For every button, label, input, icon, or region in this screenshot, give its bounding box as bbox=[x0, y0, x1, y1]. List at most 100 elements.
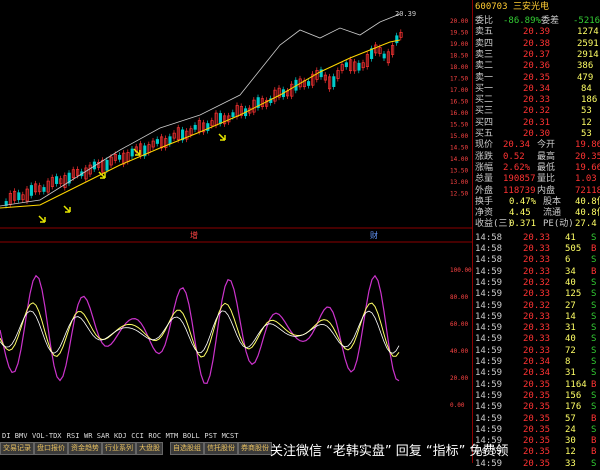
tick-volume: 34 bbox=[565, 266, 576, 277]
watermark: 关注微信 “老韩实盘” 回复 “指标” 免费领 bbox=[270, 444, 509, 459]
osc-tick: 0.00 bbox=[450, 402, 465, 409]
label: 换手 bbox=[475, 196, 494, 207]
candle bbox=[55, 176, 59, 184]
price-tick: 20.00 bbox=[450, 18, 468, 25]
bottom-tab[interactable]: 信托股份 bbox=[204, 442, 238, 455]
candle bbox=[193, 124, 197, 130]
sell-row: 卖一 20.35 479 bbox=[473, 73, 600, 84]
label: 卖五 bbox=[475, 27, 494, 38]
tick-row: 14:59 20.33 14 S bbox=[473, 312, 600, 323]
label: 买五 bbox=[475, 129, 494, 139]
sell-row: 卖二 20.36 386 bbox=[473, 61, 600, 72]
indicator-tab[interactable]: DI bbox=[2, 432, 10, 440]
tick-price: 20.35 bbox=[523, 379, 551, 390]
tick-row: 14:59 20.33 125 S bbox=[473, 289, 600, 300]
stat-row: 涨跌 0.52 最高 20.35 bbox=[473, 152, 600, 163]
tick-row: 14:59 20.32 40 S bbox=[473, 278, 600, 289]
candles-group bbox=[4, 29, 403, 209]
price: 20.38 bbox=[523, 38, 551, 49]
indicator-tab[interactable]: MTM bbox=[166, 432, 179, 440]
candle bbox=[130, 148, 134, 157]
tick-side: S bbox=[591, 311, 597, 322]
price: 20.30 bbox=[523, 129, 551, 139]
sell-row: 卖四 20.38 2591 bbox=[473, 39, 600, 50]
label: 买二 bbox=[475, 95, 494, 106]
bottom-tab[interactable]: 行业系列 bbox=[102, 442, 136, 455]
tick-volume: 8 bbox=[565, 357, 571, 367]
indicator-tab[interactable]: WR bbox=[84, 432, 92, 440]
tick-price: 20.33 bbox=[523, 232, 551, 243]
volume: 12 bbox=[581, 117, 592, 128]
tick-time: 14:59 bbox=[475, 458, 503, 469]
value: 27.4 bbox=[575, 219, 597, 230]
tick-side: B bbox=[591, 244, 597, 254]
bottom-tab[interactable]: 大盘股 bbox=[136, 442, 163, 455]
candle bbox=[231, 112, 235, 117]
label: PE(动) bbox=[543, 219, 574, 230]
tick-row: 14:59 20.33 34 B bbox=[473, 267, 600, 278]
indicator-tab[interactable]: BOLL bbox=[183, 432, 200, 440]
candle bbox=[344, 62, 348, 68]
value: 20.34 bbox=[503, 140, 531, 151]
indicator-tab[interactable]: PST bbox=[204, 432, 217, 440]
bottom-tab[interactable]: 盘口报价 bbox=[34, 442, 68, 455]
tick-time: 14:59 bbox=[475, 300, 503, 311]
tick-price: 20.32 bbox=[523, 300, 551, 311]
marker-a: 增 bbox=[190, 230, 198, 240]
price: 20.36 bbox=[523, 61, 551, 72]
value: 118739 bbox=[503, 185, 536, 196]
tick-side: S bbox=[591, 255, 597, 266]
tick-volume: 176 bbox=[565, 402, 582, 413]
indicator-tab[interactable]: MCST bbox=[222, 432, 239, 440]
osc-tick: 20.00 bbox=[450, 375, 468, 382]
bottom-tab[interactable]: 资金趋势 bbox=[68, 442, 102, 455]
indicator-tab[interactable]: RSI bbox=[67, 432, 80, 440]
value: 0.52 bbox=[503, 151, 525, 162]
label: 量比 bbox=[537, 174, 556, 185]
indicator-tab[interactable]: BMV bbox=[15, 432, 28, 440]
indicator-tab[interactable]: KDJ bbox=[114, 432, 127, 440]
tick-side: S bbox=[591, 368, 597, 379]
tick-time: 14:59 bbox=[475, 289, 503, 300]
osc-tick: 80.00 bbox=[450, 294, 468, 301]
buy-row: 买五 20.30 53 bbox=[473, 129, 600, 140]
label: 买三 bbox=[475, 106, 494, 117]
tick-side: S bbox=[591, 424, 597, 435]
value: 190857 bbox=[503, 174, 536, 185]
tick-side: S bbox=[591, 357, 597, 367]
tick-time: 14:59 bbox=[475, 402, 503, 413]
tick-volume: 33 bbox=[565, 458, 576, 469]
tick-side: S bbox=[591, 402, 597, 413]
indicator-tab[interactable]: SAR bbox=[97, 432, 110, 440]
indicator-tab[interactable]: ROC bbox=[148, 432, 161, 440]
tick-time: 14:59 bbox=[475, 357, 503, 367]
bottom-tab[interactable]: 券商股份 bbox=[238, 442, 272, 455]
candle bbox=[29, 185, 33, 196]
tick-price: 20.33 bbox=[523, 255, 551, 266]
tick-volume: 125 bbox=[565, 289, 582, 300]
tick-time: 14:59 bbox=[475, 323, 503, 334]
tick-volume: 27 bbox=[565, 300, 576, 311]
tick-volume: 41 bbox=[565, 232, 576, 243]
tick-price: 20.33 bbox=[523, 345, 551, 356]
tick-price: 20.35 bbox=[523, 458, 551, 469]
label: 最高 bbox=[537, 151, 556, 162]
tick-row: 14:59 20.35 57 B bbox=[473, 414, 600, 425]
price-tick: 19.00 bbox=[450, 41, 468, 48]
stock-name: 三安光电 bbox=[513, 2, 550, 12]
label: 涨跌 bbox=[475, 151, 494, 162]
stock-code: 600703 bbox=[475, 2, 508, 12]
kline-chart[interactable]: 20.00 19.50 19.00 18.50 18.00 17.50 17.00 16.50… bbox=[0, 0, 472, 420]
price-tick: 16.50 bbox=[450, 99, 468, 106]
tick-time: 14:59 bbox=[475, 379, 503, 390]
candle bbox=[105, 159, 109, 171]
bottom-tab[interactable]: 自选股组 bbox=[170, 442, 204, 455]
fund-row: 净资 4.45 流通 40.8亿 bbox=[473, 208, 600, 219]
tick-price: 20.33 bbox=[523, 266, 551, 277]
indicator-tab[interactable]: CCI bbox=[131, 432, 144, 440]
tick-price: 20.35 bbox=[523, 447, 551, 458]
bottom-tab[interactable]: 交易记录 bbox=[0, 442, 34, 455]
tick-side: S bbox=[591, 277, 597, 288]
indicator-tab[interactable]: VOL-TDX bbox=[32, 432, 62, 440]
candle bbox=[218, 113, 222, 124]
